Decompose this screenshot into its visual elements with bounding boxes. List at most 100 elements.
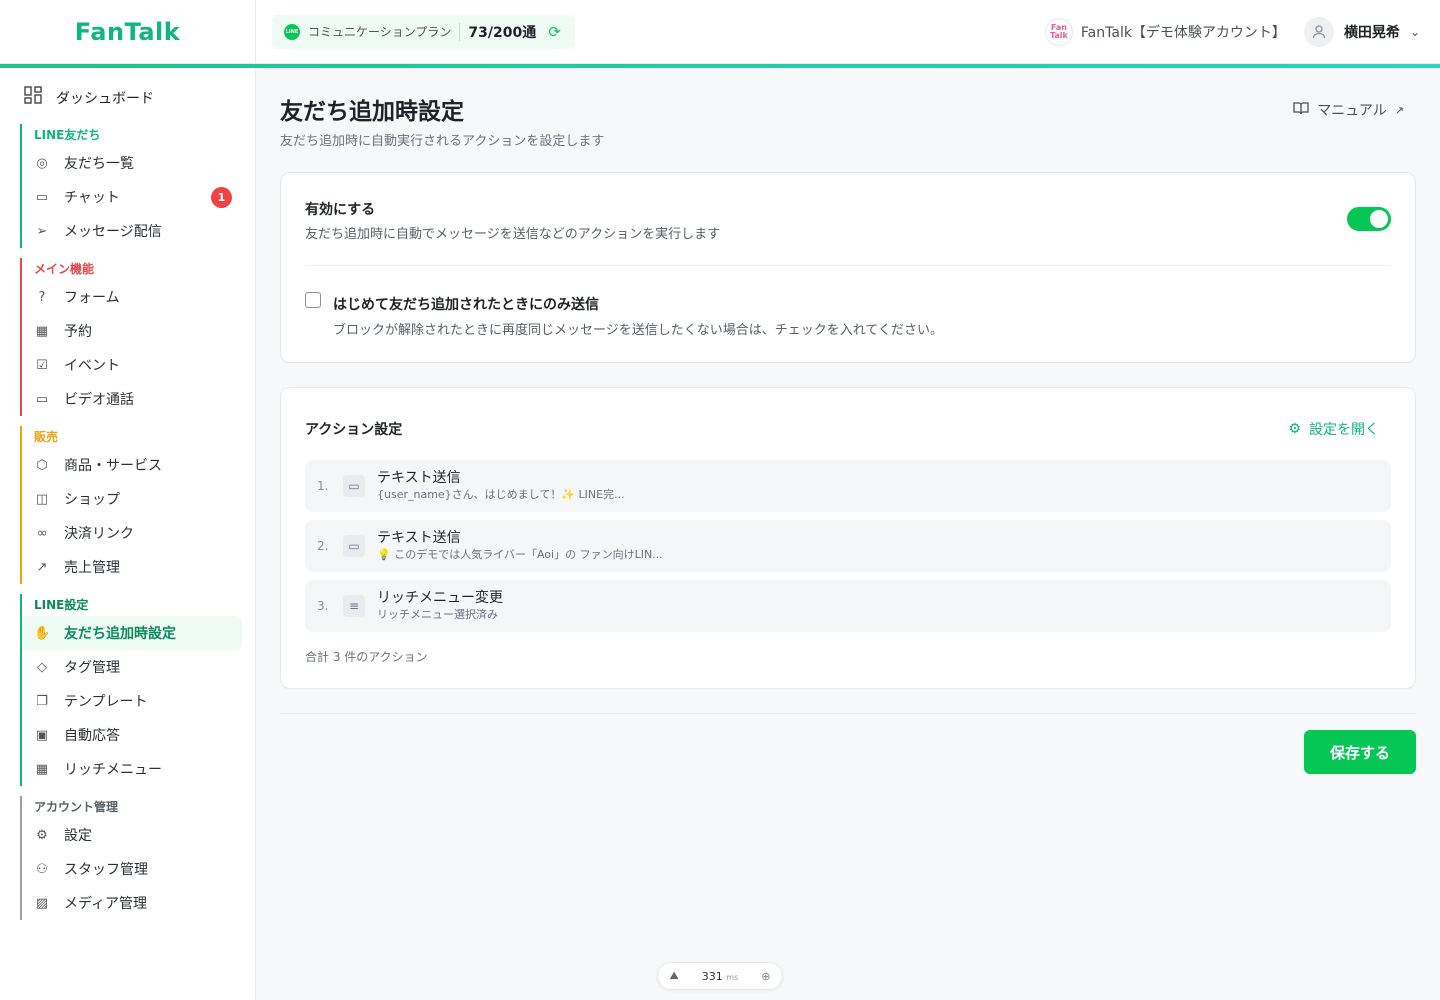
sidebar-item-label: 売上管理 bbox=[64, 560, 120, 576]
action-detail: 💡 このデモでは人気ライバー「Aoi」の ファン向けLIN... bbox=[377, 548, 663, 561]
open-settings-button[interactable]: ⚙ 設定を開く bbox=[1288, 419, 1379, 439]
sidebar-item-label: リッチメニュー bbox=[64, 762, 162, 778]
grid-icon: ▦ bbox=[35, 761, 49, 777]
app-logo[interactable]: FanTalk bbox=[75, 18, 180, 46]
sidebar-item-dashboard[interactable]: ダッシュボード bbox=[24, 86, 154, 109]
open-settings-label: 設定を開く bbox=[1309, 422, 1379, 438]
actions-card: アクション設定 ⚙ 設定を開く 1. ▭ テキスト送信 {user_name}さ… bbox=[280, 387, 1416, 689]
enable-label: 有効にする bbox=[305, 202, 376, 218]
sidebar-item-payment-link[interactable]: ∞ 決済リンク bbox=[22, 516, 244, 550]
action-number: 1. bbox=[317, 479, 329, 493]
perf-indicator[interactable]: ⛰ 331 ms ⊕ bbox=[657, 962, 783, 990]
hand-icon: ✋ bbox=[34, 625, 51, 641]
enable-toggle[interactable] bbox=[1347, 207, 1391, 231]
first-only-label: はじめて友だち追加されたときにのみ送信 bbox=[333, 297, 599, 313]
action-number: 3. bbox=[317, 599, 329, 613]
sidebar-group-sales: 販売 ⬡ 商品・サービス ◫ ショップ ∞ 決済リンク ↗ 売上管理 bbox=[20, 426, 244, 584]
sidebar-item-label: ビデオ通話 bbox=[64, 392, 134, 408]
sidebar-item-message-broadcast[interactable]: ➢ メッセージ配信 bbox=[22, 214, 244, 248]
refresh-icon[interactable]: ⟳ bbox=[548, 23, 561, 41]
event-icon: ☑ bbox=[36, 357, 48, 373]
perf-time: 331 ms bbox=[701, 969, 739, 983]
action-name: テキスト送信 bbox=[377, 470, 461, 486]
sidebar-group-line-friends: LINE友だち ◎ 友だち一覧 ▭ チャット 1 ➢ メッセージ配信 bbox=[20, 124, 244, 248]
user-circle-icon: ◎ bbox=[36, 155, 48, 171]
sidebar-item-reservation[interactable]: ▦ 予約 bbox=[22, 314, 244, 348]
sidebar-item-label: メディア管理 bbox=[64, 896, 148, 912]
sidebar-item-label: チャット bbox=[64, 190, 120, 206]
image-icon: ▨ bbox=[35, 895, 49, 911]
chevron-down-icon[interactable]: ⌄ bbox=[1410, 25, 1420, 39]
sidebar-item-form[interactable]: ? フォーム bbox=[22, 280, 244, 314]
sidebar-item-label: フォーム bbox=[64, 290, 120, 306]
plan-name: コミュニケーションプラン bbox=[308, 25, 452, 39]
sidebar-item-label: タグ管理 bbox=[64, 660, 120, 676]
external-link-icon: ↗ bbox=[1394, 103, 1404, 117]
plan-divider bbox=[459, 22, 461, 41]
dashboard-icon bbox=[24, 86, 42, 109]
user-avatar[interactable] bbox=[1303, 16, 1334, 47]
group-title: メイン機能 bbox=[34, 262, 95, 276]
sidebar-item-auto-reply[interactable]: ▣ 自動応答 bbox=[22, 718, 244, 752]
sidebar-item-label: 商品・サービス bbox=[64, 458, 162, 474]
enable-card: 有効にする 友だち追加時に自動でメッセージを送信などのアクションを実行します は… bbox=[280, 172, 1416, 363]
sidebar-item-chat[interactable]: ▭ チャット 1 bbox=[22, 180, 244, 214]
page-title: 友だち追加時設定 bbox=[280, 99, 464, 125]
sidebar-item-rich-menu[interactable]: ▦ リッチメニュー bbox=[22, 752, 244, 786]
tag-icon: ◇ bbox=[37, 659, 47, 675]
action-row[interactable]: 3. ≡ リッチメニュー変更 リッチメニュー選択済み bbox=[305, 580, 1391, 632]
sidebar-item-friend-add-settings[interactable]: ✋ 友だち追加時設定 bbox=[22, 616, 242, 650]
box-icon: ⬡ bbox=[36, 457, 48, 473]
enable-description: 友だち追加時に自動でメッセージを送信などのアクションを実行します bbox=[305, 227, 721, 242]
sidebar-item-label: メッセージ配信 bbox=[64, 224, 162, 240]
save-button[interactable]: 保存する bbox=[1304, 730, 1416, 774]
sidebar-item-label: スタッフ管理 bbox=[64, 862, 148, 878]
sidebar-item-label: テンプレート bbox=[64, 694, 148, 710]
unread-badge: 1 bbox=[211, 186, 232, 208]
user-icon bbox=[1312, 24, 1326, 38]
sidebar: ダッシュボード LINE友だち ◎ 友だち一覧 ▭ チャット 1 ➢ メッセージ配信 メ… bbox=[0, 68, 256, 1000]
trend-icon: ↗ bbox=[36, 559, 48, 575]
sidebar-item-friends-list[interactable]: ◎ 友だち一覧 bbox=[22, 146, 244, 180]
sidebar-item-event[interactable]: ☑ イベント bbox=[22, 348, 244, 382]
sidebar-item-media[interactable]: ▨ メディア管理 bbox=[22, 886, 244, 920]
chat-icon: ▭ bbox=[343, 535, 365, 557]
action-row[interactable]: 1. ▭ テキスト送信 {user_name}さん、はじめまして！✨ LINE完… bbox=[305, 460, 1391, 512]
action-detail: リッチメニュー選択済み bbox=[377, 608, 498, 621]
users-icon: ⚇ bbox=[36, 861, 48, 877]
sidebar-item-label: 友だち一覧 bbox=[64, 156, 134, 172]
action-name: テキスト送信 bbox=[377, 530, 461, 546]
account-name[interactable]: FanTalk【デモ体験アカウント】 bbox=[1081, 22, 1286, 42]
user-name[interactable]: 横田晃希 bbox=[1344, 22, 1400, 42]
group-title: 販売 bbox=[34, 430, 59, 444]
book-icon bbox=[1293, 101, 1309, 119]
sidebar-item-label: イベント bbox=[64, 358, 120, 374]
page-subtitle: 友だち追加時に自動実行されるアクションを設定します bbox=[280, 134, 605, 149]
sidebar-item-label: ショップ bbox=[64, 492, 120, 508]
sidebar-item-template[interactable]: ❐ テンプレート bbox=[22, 684, 244, 718]
logo-area[interactable]: FanTalk bbox=[0, 0, 256, 64]
template-icon: ❐ bbox=[36, 693, 48, 709]
calendar-icon: ▦ bbox=[35, 323, 49, 339]
first-only-checkbox[interactable] bbox=[305, 292, 321, 308]
menu-icon: ≡ bbox=[343, 595, 365, 617]
sidebar-item-staff[interactable]: ⚇ スタッフ管理 bbox=[22, 852, 244, 886]
shop-icon: ◫ bbox=[35, 491, 49, 507]
sidebar-item-label: 自動応答 bbox=[64, 728, 120, 744]
account-avatar[interactable]: Fan Talk bbox=[1044, 17, 1073, 46]
action-row[interactable]: 2. ▭ テキスト送信 💡 このデモでは人気ライバー「Aoi」の ファン向けLI… bbox=[305, 520, 1391, 572]
sidebar-item-sales-management[interactable]: ↗ 売上管理 bbox=[22, 550, 244, 584]
sidebar-group-main: メイン機能 ? フォーム ▦ 予約 ☑ イベント ▭ ビデオ通話 bbox=[20, 258, 244, 416]
sidebar-item-tag-management[interactable]: ◇ タグ管理 bbox=[22, 650, 244, 684]
header-right: Fan Talk FanTalk【デモ体験アカウント】 横田晃希 ⌄ bbox=[1044, 16, 1440, 47]
chat-icon: ▭ bbox=[343, 475, 365, 497]
manual-link[interactable]: マニュアル ↗ bbox=[1293, 100, 1404, 120]
link-icon: ∞ bbox=[36, 525, 48, 541]
target-icon[interactable]: ⊕ bbox=[761, 970, 770, 983]
sidebar-item-video-call[interactable]: ▭ ビデオ通話 bbox=[22, 382, 244, 416]
form-icon: ? bbox=[38, 289, 46, 305]
sidebar-item-shop[interactable]: ◫ ショップ bbox=[22, 482, 244, 516]
sidebar-item-settings[interactable]: ⚙ 設定 bbox=[22, 818, 244, 852]
sidebar-item-products[interactable]: ⬡ 商品・サービス bbox=[22, 448, 244, 482]
action-name: リッチメニュー変更 bbox=[377, 590, 503, 606]
